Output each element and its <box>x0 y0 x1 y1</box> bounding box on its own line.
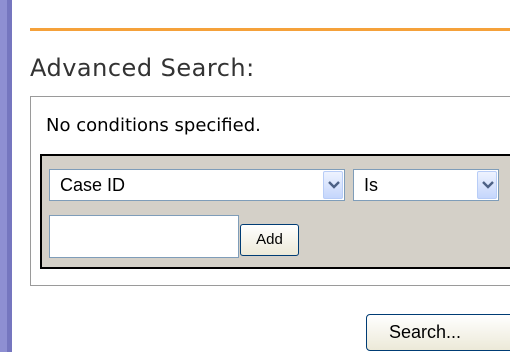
section-title: Advanced Search: <box>30 54 255 82</box>
left-accent-bar <box>0 0 12 352</box>
operator-select[interactable]: Is <box>353 169 499 201</box>
search-button[interactable]: Search... <box>366 314 510 351</box>
field-select-dropdown-button[interactable] <box>323 171 343 199</box>
operator-select-value: Is <box>364 175 379 195</box>
chevron-down-icon <box>482 181 494 189</box>
field-select[interactable]: Case ID <box>49 169 345 201</box>
operator-select-dropdown-button[interactable] <box>477 171 497 199</box>
chevron-down-icon <box>328 181 340 189</box>
condition-value-input[interactable] <box>49 215 239 258</box>
header-divider <box>30 28 510 31</box>
conditions-status: No conditions specified. <box>46 115 261 136</box>
add-condition-button[interactable]: Add <box>240 224 299 256</box>
left-accent-bar-shade <box>7 0 12 352</box>
field-select-value: Case ID <box>60 175 126 195</box>
